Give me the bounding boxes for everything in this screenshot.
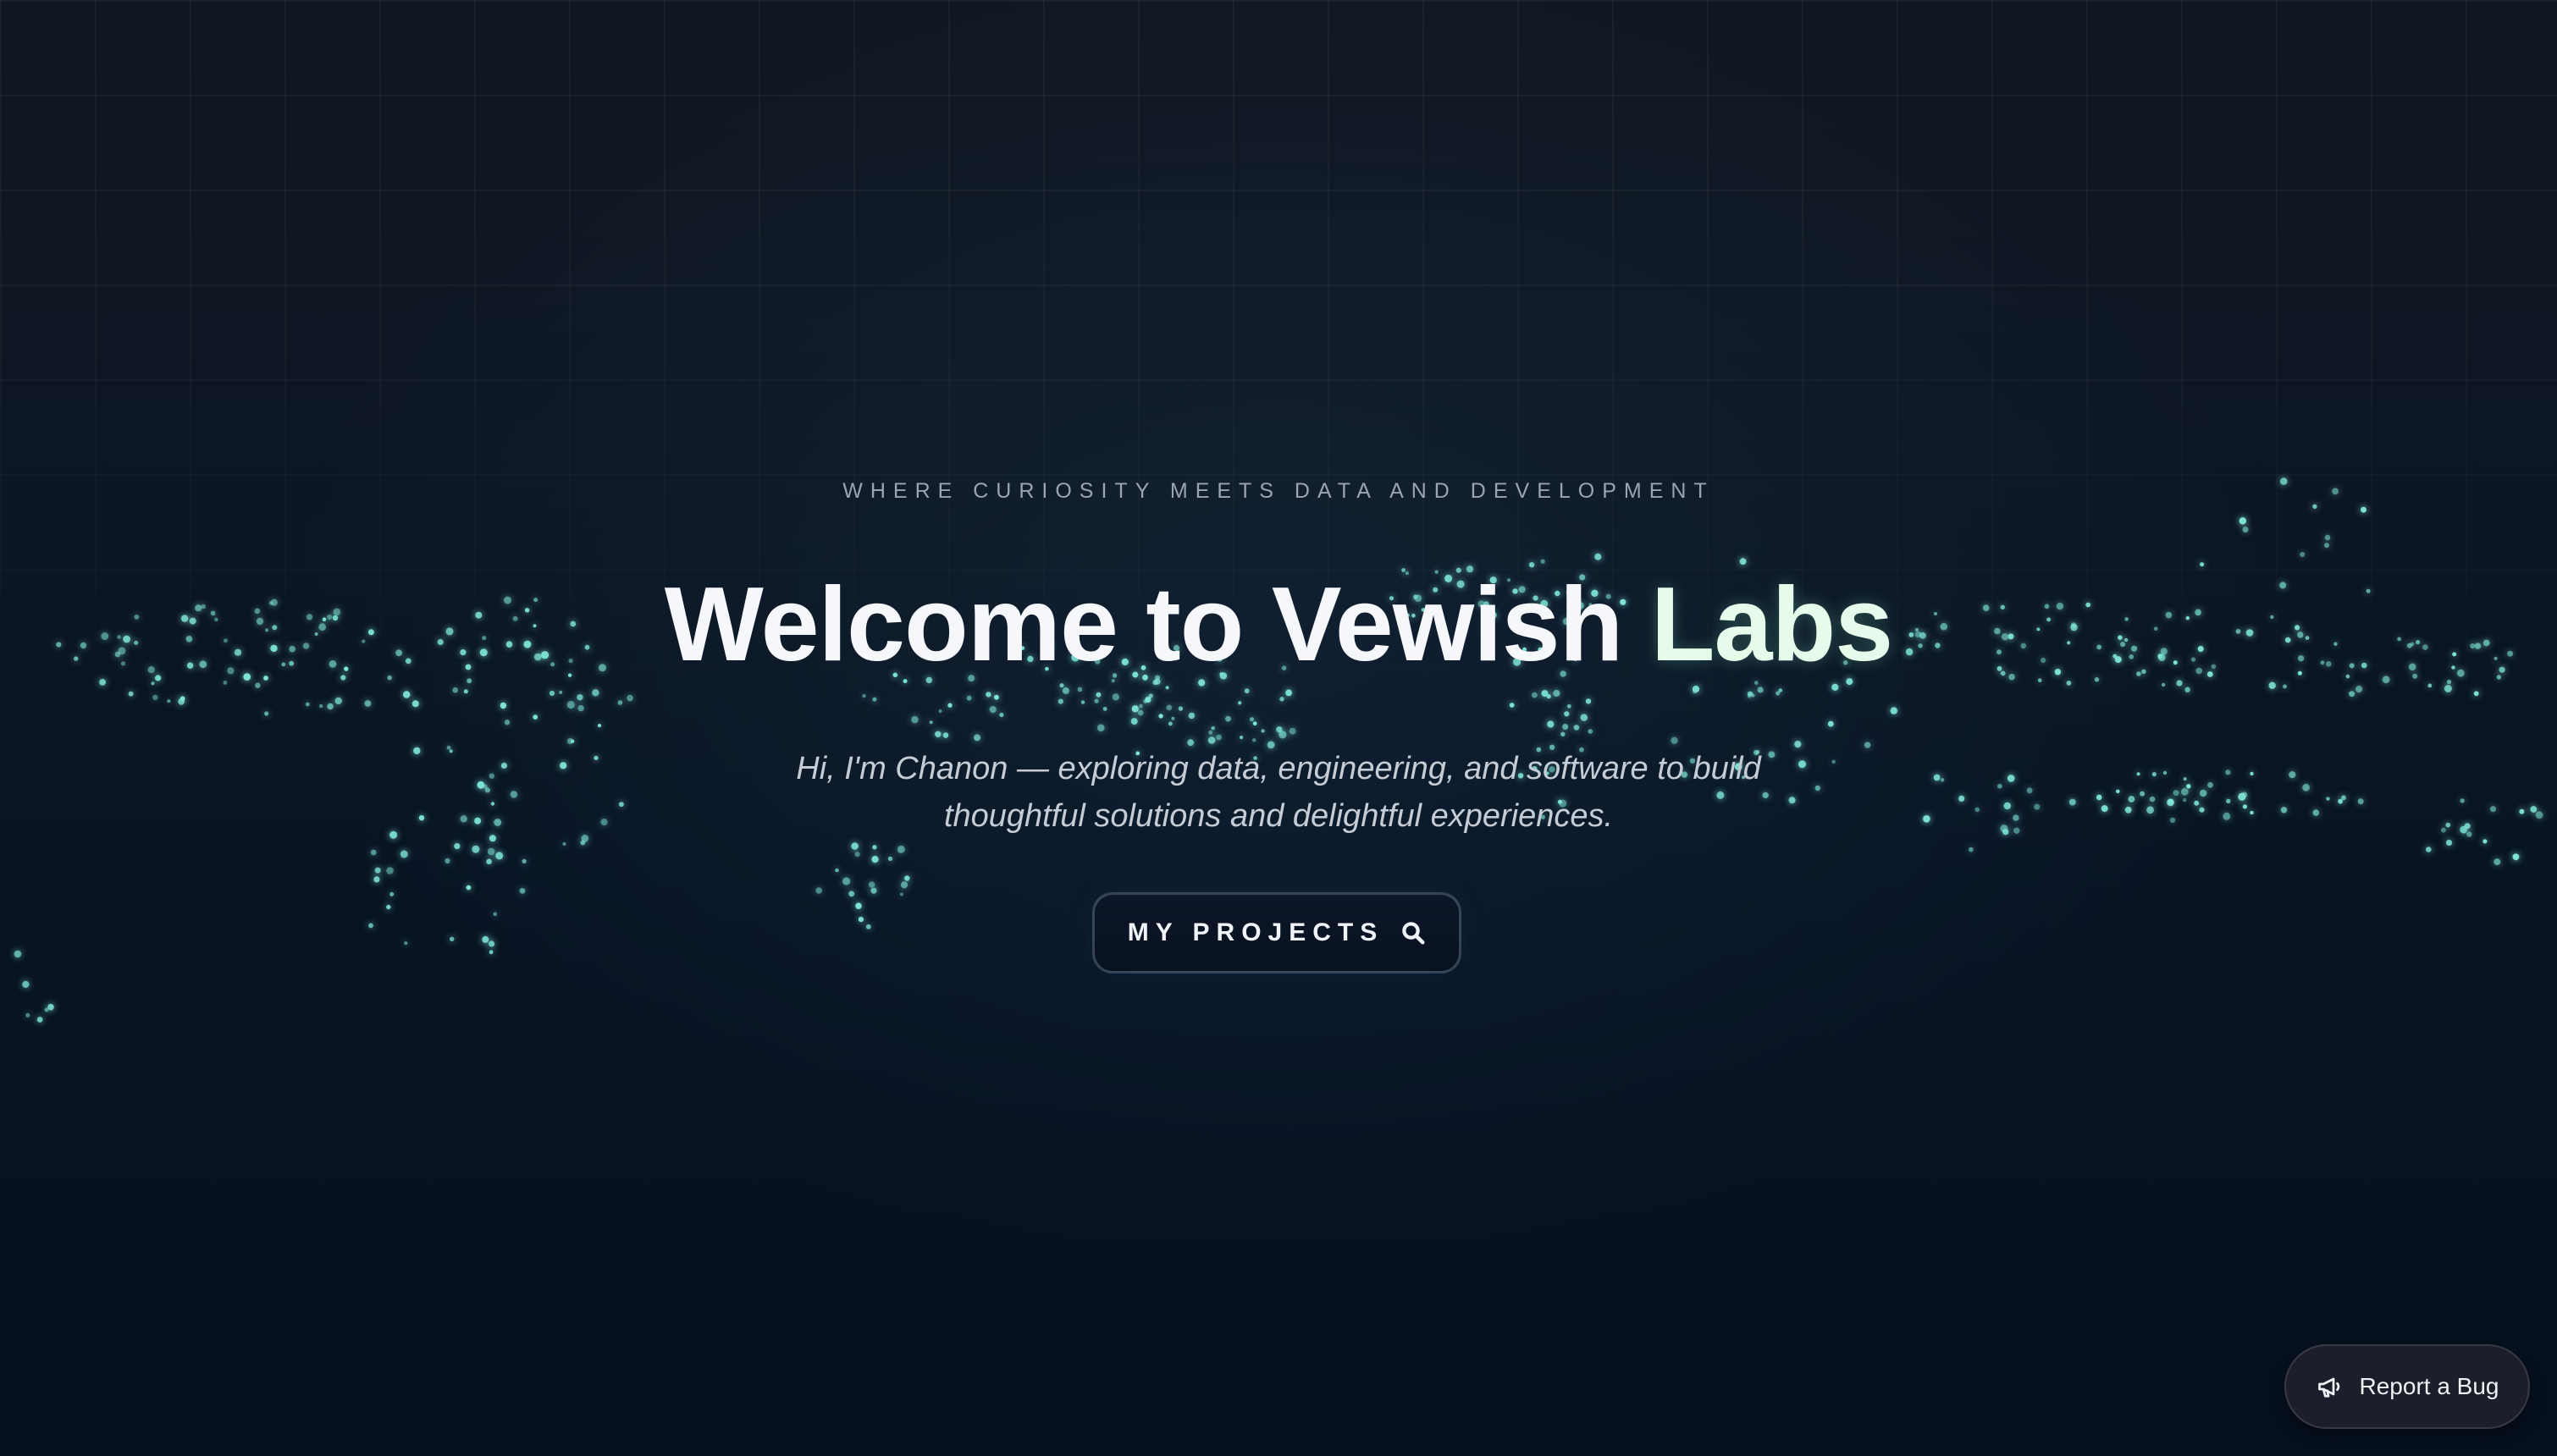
- my-projects-label: MY PROJECTS: [1127, 918, 1384, 946]
- hero-headline: Welcome to Vewish Labs: [0, 565, 2557, 684]
- hero-intro: Hi, I'm Chanon — exploring data, enginee…: [737, 745, 1820, 840]
- headline-accent: Labs: [1650, 566, 1893, 683]
- headline-main: Welcome to Vewish: [664, 566, 1651, 683]
- hero-section: WHERE CURIOSITY MEETS DATA AND DEVELOPME…: [0, 0, 2557, 1456]
- report-bug-label: Report a Bug: [2359, 1373, 2499, 1399]
- my-projects-button[interactable]: MY PROJECTS: [1092, 892, 1461, 973]
- intro-line-2: thoughtful solutions and delightful expe…: [943, 798, 1614, 834]
- hero-tagline: WHERE CURIOSITY MEETS DATA AND DEVELOPME…: [842, 479, 1715, 503]
- search-icon: [1400, 920, 1426, 946]
- intro-line-1: Hi, I'm Chanon — exploring data, enginee…: [796, 751, 1761, 786]
- page: WHERE CURIOSITY MEETS DATA AND DEVELOPME…: [0, 0, 2557, 1456]
- report-bug-button[interactable]: Report a Bug: [2284, 1344, 2530, 1429]
- megaphone-icon: [2316, 1371, 2346, 1402]
